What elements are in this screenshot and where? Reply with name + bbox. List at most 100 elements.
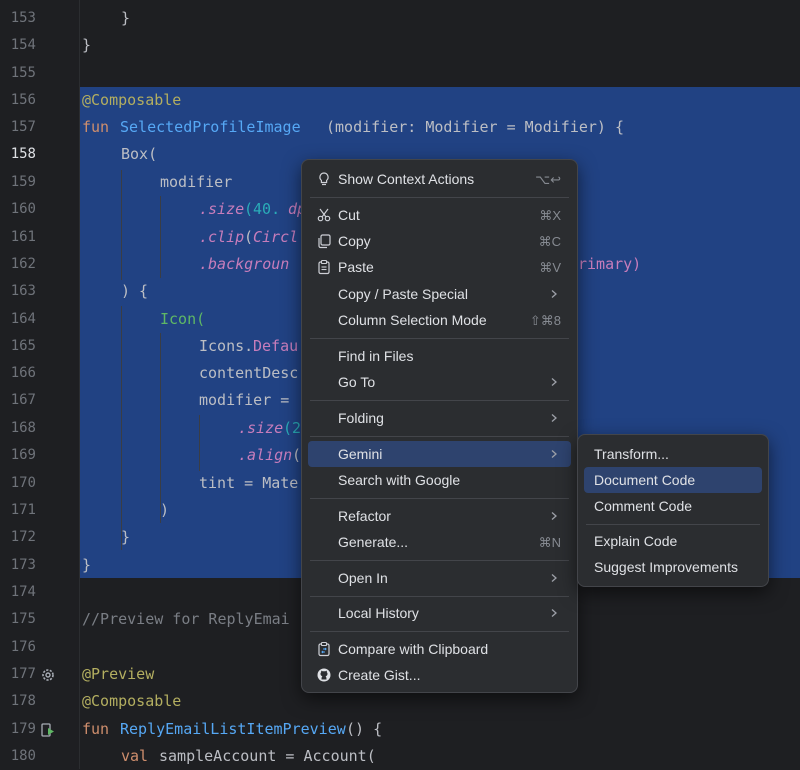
menu-item-find-in-files[interactable]: Find in Files <box>308 343 571 369</box>
menu-item-label: Refactor <box>338 508 391 524</box>
code-text: .align <box>238 446 293 464</box>
submenu-item-document-code[interactable]: Document Code <box>584 467 762 493</box>
menu-separator <box>310 596 569 597</box>
code-text: ) { <box>121 282 149 300</box>
line-number: 168 <box>10 420 36 436</box>
code-text: tint = Mate <box>199 474 299 492</box>
menu-item-copy-paste-special[interactable]: Copy / Paste Special <box>308 281 571 307</box>
code-text: Icon( <box>160 310 206 328</box>
menu-item-label: Create Gist... <box>338 667 421 683</box>
line-number: 180 <box>10 748 36 764</box>
menu-item-label: Find in Files <box>338 348 414 364</box>
shortcut-label: ⌘C <box>538 234 561 249</box>
line-number: 173 <box>10 557 36 573</box>
annotation-text: @Composable <box>82 91 182 109</box>
chevron-right-icon <box>551 609 557 617</box>
menu-item-refactor[interactable]: Refactor <box>308 503 571 529</box>
menu-item-paste[interactable]: Paste ⌘V <box>308 254 571 280</box>
code-text: Box( <box>121 145 158 163</box>
code-text: () { <box>346 720 383 738</box>
submenu-item-suggest-improvements[interactable]: Suggest Improvements <box>584 554 762 580</box>
line-number: 176 <box>10 639 36 655</box>
line-number: 172 <box>10 529 36 545</box>
scissors-icon <box>317 208 331 222</box>
bulb-icon <box>319 172 329 186</box>
menu-item-label: Compare with Clipboard <box>338 641 489 657</box>
run-preview-icon[interactable] <box>40 722 56 738</box>
code-line: fun SelectedProfileImage (modifier: Modi… <box>80 114 800 141</box>
line-number: 175 <box>10 611 36 627</box>
chevron-right-icon <box>551 450 557 458</box>
code-text: (40. <box>244 200 281 218</box>
line-number: 166 <box>10 365 36 381</box>
line-number: 178 <box>10 693 36 709</box>
menu-item-label: Document Code <box>594 472 696 488</box>
menu-item-label: Copy / Paste Special <box>338 286 468 302</box>
code-text: (2 <box>283 419 302 437</box>
gear-icon[interactable] <box>40 667 56 683</box>
submenu-item-comment-code[interactable]: Comment Code <box>584 493 762 519</box>
annotation-text: @Preview <box>82 665 155 683</box>
line-number: 163 <box>10 283 36 299</box>
menu-item-label: Local History <box>338 605 419 621</box>
line-number: 164 <box>10 311 36 327</box>
code-line: fun ReplyEmailListItemPreview () { <box>80 716 800 743</box>
editor-context-menu: Show Context Actions ⌥↩ Cut ⌘X Copy ⌘C P… <box>301 159 578 693</box>
code-text: .clip <box>199 228 245 246</box>
line-number: 159 <box>10 174 36 190</box>
line-number: 169 <box>10 447 36 463</box>
code-text: Defau <box>253 337 299 355</box>
menu-item-generate[interactable]: Generate... ⌘N <box>308 529 571 555</box>
keyword-text: val <box>121 747 149 765</box>
menu-item-show-context-actions[interactable]: Show Context Actions ⌥↩ <box>308 166 571 192</box>
menu-item-go-to[interactable]: Go To <box>308 369 571 395</box>
code-text: } <box>121 9 131 27</box>
menu-separator <box>586 524 760 525</box>
code-text: Circl <box>253 228 299 246</box>
submenu-item-transform[interactable]: Transform... <box>584 441 762 467</box>
menu-separator <box>310 560 569 561</box>
menu-item-folding[interactable]: Folding <box>308 405 571 431</box>
code-text: } <box>82 36 92 54</box>
line-number: 156 <box>10 92 36 108</box>
menu-item-cut[interactable]: Cut ⌘X <box>308 202 571 228</box>
menu-item-label: Suggest Improvements <box>594 559 738 575</box>
annotation-text: @Composable <box>82 692 182 710</box>
menu-item-label: Column Selection Mode <box>338 312 487 328</box>
shortcut-label: ⌥↩ <box>535 172 561 187</box>
line-number: 170 <box>10 475 36 491</box>
code-text: contentDesc <box>199 364 299 382</box>
line-number: 155 <box>10 65 36 81</box>
submenu-item-explain-code[interactable]: Explain Code <box>584 528 762 554</box>
menu-item-local-history[interactable]: Local History <box>308 600 571 626</box>
menu-item-copy[interactable]: Copy ⌘C <box>308 228 571 254</box>
menu-item-column-selection-mode[interactable]: Column Selection Mode ⇧⌘8 <box>308 307 571 333</box>
code-text: sampleAccount = Account( <box>159 747 376 765</box>
code-text: .size <box>199 200 245 218</box>
menu-item-compare-with-clipboard[interactable]: Compare with Clipboard <box>308 636 571 662</box>
line-number: 171 <box>10 502 36 518</box>
menu-separator <box>310 400 569 401</box>
menu-item-open-in[interactable]: Open In <box>308 565 571 591</box>
comment-text: //Preview for ReplyEmai <box>82 610 290 628</box>
menu-item-search-with-google[interactable]: Search with Google <box>308 467 571 493</box>
github-icon <box>317 668 331 682</box>
code-text: modifier <box>160 173 233 191</box>
menu-item-label: Show Context Actions <box>338 171 475 187</box>
shortcut-label: ⌘V <box>539 260 561 275</box>
code-line: val sampleAccount = Account( <box>80 743 800 769</box>
line-number: 174 <box>10 584 36 600</box>
function-name: ReplyEmailListItemPreview <box>120 720 346 738</box>
shortcut-label: ⌘X <box>539 208 561 223</box>
line-number: 153 <box>10 10 36 26</box>
menu-item-create-gist[interactable]: Create Gist... <box>308 662 571 688</box>
chevron-right-icon <box>551 378 557 386</box>
chevron-right-icon <box>551 290 557 298</box>
code-line: } <box>80 32 800 59</box>
menu-item-label: Explain Code <box>594 533 678 549</box>
menu-item-label: Paste <box>338 259 374 275</box>
menu-item-gemini[interactable]: Gemini <box>308 441 571 467</box>
code-text: } <box>121 528 131 546</box>
chevron-right-icon <box>551 574 557 582</box>
menu-item-label: Comment Code <box>594 498 693 514</box>
